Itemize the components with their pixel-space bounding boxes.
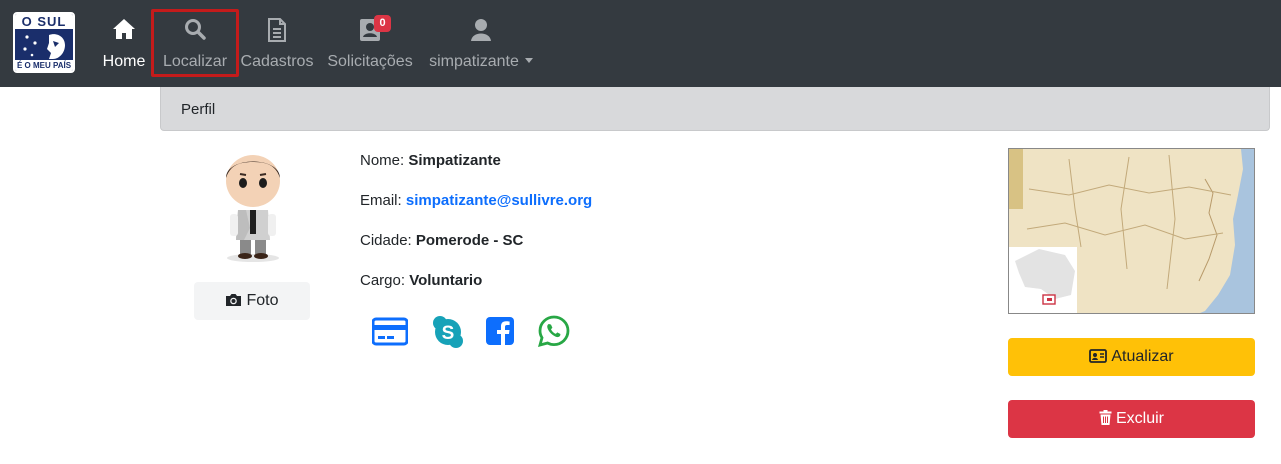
city-row: Cidade: Pomerode - SC (360, 232, 523, 249)
nav-user-dropdown[interactable]: simpatizante (424, 14, 538, 74)
logo-top-text: O SUL (15, 14, 73, 29)
location-map (1008, 148, 1255, 314)
nav-user-name: simpatizante (429, 53, 519, 70)
contact-book-icon: 0 (326, 15, 414, 48)
city-label: Cidade: (360, 232, 412, 249)
profile-card-title: Perfil (181, 101, 216, 118)
nav-requests[interactable]: 0 Solicitações (326, 14, 414, 74)
name-label: Nome: (360, 152, 405, 169)
nav-home[interactable]: Home (100, 14, 148, 74)
user-icon (424, 18, 538, 48)
brand-logo[interactable]: O SUL É O MEU PAÍS (13, 12, 75, 73)
profile-card-header: Perfil (160, 87, 1270, 131)
svg-text:S: S (442, 323, 455, 344)
chevron-down-icon (524, 58, 533, 63)
delete-button[interactable]: Excluir (1008, 400, 1255, 438)
id-card-icon (1089, 349, 1108, 363)
nav-home-label: Home (102, 53, 146, 70)
name-row: Nome: Simpatizante (360, 152, 501, 169)
name-value: Simpatizante (408, 152, 501, 169)
city-value: Pomerode - SC (415, 232, 524, 249)
update-button[interactable]: Atualizar (1008, 338, 1255, 376)
avatar (210, 148, 296, 263)
top-navbar: O SUL É O MEU PAÍS Home Localizar Cadast… (0, 0, 1281, 87)
role-label: Cargo: (360, 272, 406, 289)
nav-user-label: simpatizante (424, 52, 538, 72)
camera-icon (226, 294, 242, 306)
credit-card-icon[interactable] (371, 314, 409, 350)
logo-bottom-text: É O MEU PAÍS (15, 60, 73, 71)
photo-button[interactable]: Foto (194, 282, 310, 320)
nav-requests-label: Solicitações (327, 53, 413, 70)
email-label: Email: (360, 192, 402, 209)
focus-highlight-box (151, 9, 239, 77)
trash-icon (1099, 410, 1112, 425)
email-row: Email: simpatizante@sullivre.org (360, 192, 592, 209)
nav-records[interactable]: Cadastros (240, 14, 314, 74)
update-button-label: Atualizar (1111, 348, 1174, 365)
facebook-icon[interactable] (484, 314, 520, 350)
requests-badge: 0 (374, 15, 391, 32)
photo-button-label: Foto (246, 292, 279, 309)
whatsapp-icon[interactable] (537, 314, 573, 350)
file-icon (240, 18, 314, 48)
home-icon (100, 18, 148, 48)
email-link[interactable]: simpatizante@sullivre.org (406, 192, 592, 209)
role-value: Voluntario (409, 272, 483, 289)
logo-emblem (15, 29, 73, 62)
role-row: Cargo: Voluntario (360, 272, 482, 289)
nav-records-label: Cadastros (240, 53, 314, 70)
delete-button-label: Excluir (1115, 410, 1164, 427)
skype-icon[interactable]: S (430, 314, 466, 350)
